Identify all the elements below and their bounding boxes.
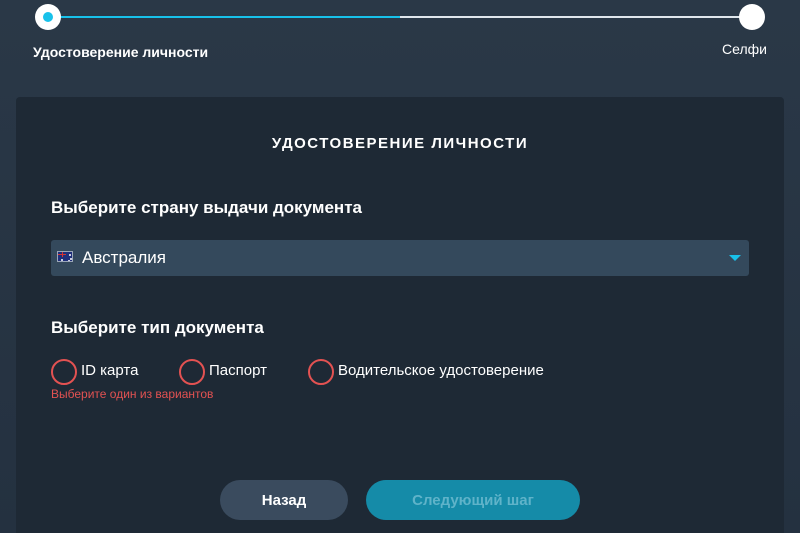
radio-circle-icon xyxy=(51,359,77,385)
country-select[interactable]: Австралия xyxy=(51,240,749,276)
verification-page: Удостоверение личности Селфи УДОСТОВЕРЕН… xyxy=(0,0,800,533)
radio-label: ID карта xyxy=(81,362,139,379)
radio-drivers-license[interactable]: Водительское удостоверение xyxy=(308,359,588,385)
radio-circle-icon xyxy=(308,359,334,385)
doctype-section-label: Выберите тип документа xyxy=(51,318,264,337)
step-dot-identity[interactable] xyxy=(35,4,61,30)
doctype-error-message: Выберите один из вариантов xyxy=(51,387,214,401)
back-button[interactable]: Назад xyxy=(220,480,348,520)
radio-passport[interactable]: Паспорт xyxy=(179,359,279,385)
progress-stepper: Удостоверение личности Селфи xyxy=(0,0,800,80)
country-section-label: Выберите страну выдачи документа xyxy=(51,198,362,217)
next-step-button[interactable]: Следующий шаг xyxy=(366,480,580,520)
australia-flag-icon xyxy=(57,251,73,262)
step-label-identity: Удостоверение личности xyxy=(33,44,209,60)
stepper-track-fill xyxy=(48,16,400,18)
radio-label: Паспорт xyxy=(209,362,267,379)
step-active-indicator xyxy=(43,12,53,22)
doctype-radio-group: ID карта Паспорт Водительское удостовере… xyxy=(51,359,771,389)
card-title: УДОСТОВЕРЕНИЕ ЛИЧНОСТИ xyxy=(271,135,529,152)
radio-label: Водительское удостоверение xyxy=(338,362,544,379)
radio-id-card[interactable]: ID карта xyxy=(51,359,151,385)
stepper-track xyxy=(48,16,752,18)
step-dot-selfie[interactable] xyxy=(739,4,765,30)
radio-circle-icon xyxy=(179,359,205,385)
country-select-value: Австралия xyxy=(82,248,166,267)
step-label-selfie: Селфи xyxy=(722,41,767,57)
identity-card: УДОСТОВЕРЕНИЕ ЛИЧНОСТИ Выберите страну в… xyxy=(16,97,784,533)
chevron-down-icon xyxy=(729,255,741,261)
